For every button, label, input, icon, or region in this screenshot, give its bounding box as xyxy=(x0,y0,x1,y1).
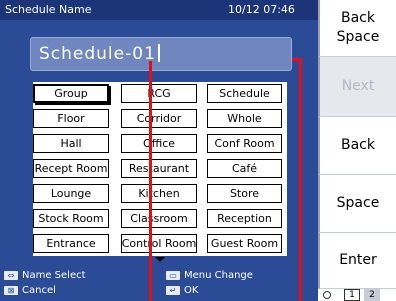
page-indicator: 1 2 xyxy=(318,289,396,301)
name-selection-grid: Group RCG Schedule Floor Corridor Whole … xyxy=(33,82,287,256)
help-ok: ↵ OK xyxy=(166,285,198,296)
name-button-store[interactable]: Store xyxy=(207,184,282,203)
text-cursor xyxy=(157,44,160,62)
title-bar: Schedule Name 10/12 07:46 xyxy=(0,0,318,20)
enter-button[interactable]: Enter xyxy=(318,233,396,289)
page-1-tab[interactable]: 1 xyxy=(344,289,360,301)
date-time: 10/12 07:46 xyxy=(228,3,295,16)
name-button-guest-room[interactable]: Guest Room xyxy=(207,234,282,253)
back-button[interactable]: Back xyxy=(318,117,396,175)
next-button[interactable]: Next xyxy=(318,57,396,117)
help-cancel: ⊠ Cancel xyxy=(4,285,56,296)
name-button-rcg[interactable]: RCG xyxy=(121,84,197,103)
name-button-hall[interactable]: Hall xyxy=(33,134,109,153)
help-cancel-label: Cancel xyxy=(22,285,56,296)
scroll-down-icon xyxy=(155,257,165,262)
name-button-restaurant[interactable]: Restaurant xyxy=(121,159,197,178)
arrows-icon: ⇔ xyxy=(4,271,18,280)
name-button-floor[interactable]: Floor xyxy=(33,109,109,128)
help-menu-change: ▭ Menu Change xyxy=(166,270,253,281)
name-button-classroom[interactable]: Classroom xyxy=(121,209,197,228)
help-menu-change-label: Menu Change xyxy=(184,270,253,281)
annotation-line-box xyxy=(299,58,302,301)
name-button-kitchen[interactable]: Kitchen xyxy=(121,184,197,203)
name-button-entrance[interactable]: Entrance xyxy=(33,234,109,253)
help-bar: ⇔ Name Select ⊠ Cancel ▭ Menu Change ↵ O… xyxy=(0,268,318,301)
help-name-select: ⇔ Name Select xyxy=(4,270,86,281)
name-button-control-room[interactable]: Control Room xyxy=(121,234,197,253)
help-ok-label: OK xyxy=(184,285,199,296)
main-panel: Schedule Name 10/12 07:46 Schedule-01 Gr… xyxy=(0,0,318,301)
name-button-lounge[interactable]: Lounge xyxy=(33,184,109,203)
name-button-stock-room[interactable]: Stock Room xyxy=(33,209,109,228)
name-button-conf-room[interactable]: Conf Room xyxy=(207,134,282,153)
menu-key-icon: ▭ xyxy=(166,271,180,280)
annotation-line-cursor xyxy=(149,61,152,301)
page-icon xyxy=(323,291,331,299)
side-panel: Back Space Next Back Space Enter xyxy=(318,0,396,301)
schedule-name-input[interactable]: Schedule-01 xyxy=(30,37,292,71)
space-button[interactable]: Space xyxy=(318,175,396,233)
screen-title: Schedule Name xyxy=(5,3,92,16)
name-button-cafe[interactable]: Café xyxy=(207,159,282,178)
name-button-whole[interactable]: Whole xyxy=(207,109,282,128)
name-input-text: Schedule-01 xyxy=(39,44,160,64)
page-2-tab[interactable]: 2 xyxy=(364,289,380,301)
name-button-schedule[interactable]: Schedule xyxy=(207,84,282,103)
help-name-select-label: Name Select xyxy=(22,270,86,281)
cancel-icon: ⊠ xyxy=(4,286,18,295)
name-button-reception[interactable]: Reception xyxy=(207,209,282,228)
name-button-recept-room[interactable]: Recept Room xyxy=(33,159,109,178)
backspace-button[interactable]: Back Space xyxy=(318,0,396,57)
name-button-corridor[interactable]: Corridor xyxy=(121,109,197,128)
name-button-group[interactable]: Group xyxy=(33,84,109,103)
enter-key-icon: ↵ xyxy=(166,286,180,295)
name-button-office[interactable]: Office xyxy=(121,134,197,153)
